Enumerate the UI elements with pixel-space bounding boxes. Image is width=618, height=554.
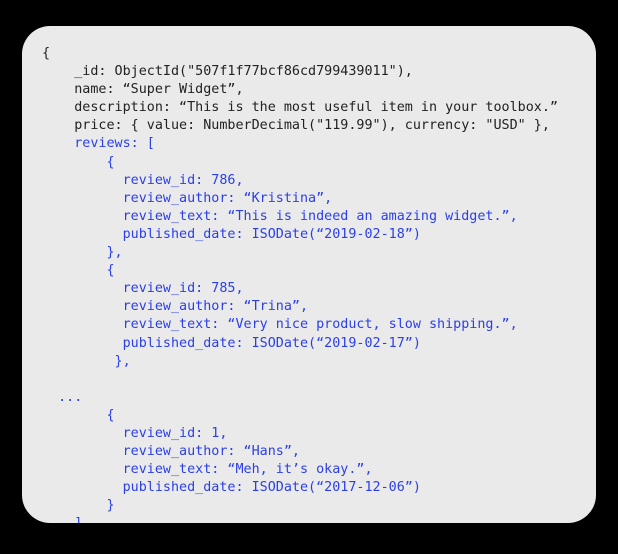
code-line: review_text: “This is indeed an amazing … [42, 208, 518, 224]
code-line: { [42, 154, 115, 170]
code-line: review_text: “Meh, it’s okay.”, [42, 462, 373, 478]
code-line: }, [42, 245, 123, 261]
code-line: review_author: “Kristina”, [42, 190, 333, 206]
code-line: }, [42, 353, 131, 369]
document-code-block: { _id: ObjectId("507f1f77bcf86cd79943901… [42, 45, 586, 523]
code-line: ... [42, 389, 83, 405]
code-line: price: { value: NumberDecimal("119.99"),… [42, 118, 550, 134]
code-line: { [42, 263, 115, 279]
document-card: { _id: ObjectId("507f1f77bcf86cd79943901… [22, 26, 596, 523]
code-line: description: “This is the most useful it… [42, 100, 558, 116]
code-line: review_text: “Very nice product, slow sh… [42, 317, 518, 333]
code-line: } [42, 498, 115, 514]
code-line: review_id: 785, [42, 281, 244, 297]
code-line: reviews: [ [42, 136, 155, 152]
code-line: published_date: ISODate(“2019-02-17”) [42, 335, 421, 351]
code-line: { [42, 46, 51, 61]
code-line: { [42, 407, 115, 423]
code-line: published_date: ISODate(“2019-02-18”) [42, 226, 421, 242]
code-line: published_date: ISODate(“2017-12-06”) [42, 480, 421, 496]
code-line: review_id: 786, [42, 172, 244, 188]
code-line: name: “Super Widget”, [42, 82, 244, 98]
code-line: review_id: 1, [42, 425, 228, 441]
code-line: review_author: “Hans”, [42, 444, 300, 460]
code-line: _id: ObjectId("507f1f77bcf86cd799439011"… [42, 64, 413, 80]
code-line: ] [42, 515, 586, 523]
code-line: review_author: “Trina”, [42, 299, 309, 315]
